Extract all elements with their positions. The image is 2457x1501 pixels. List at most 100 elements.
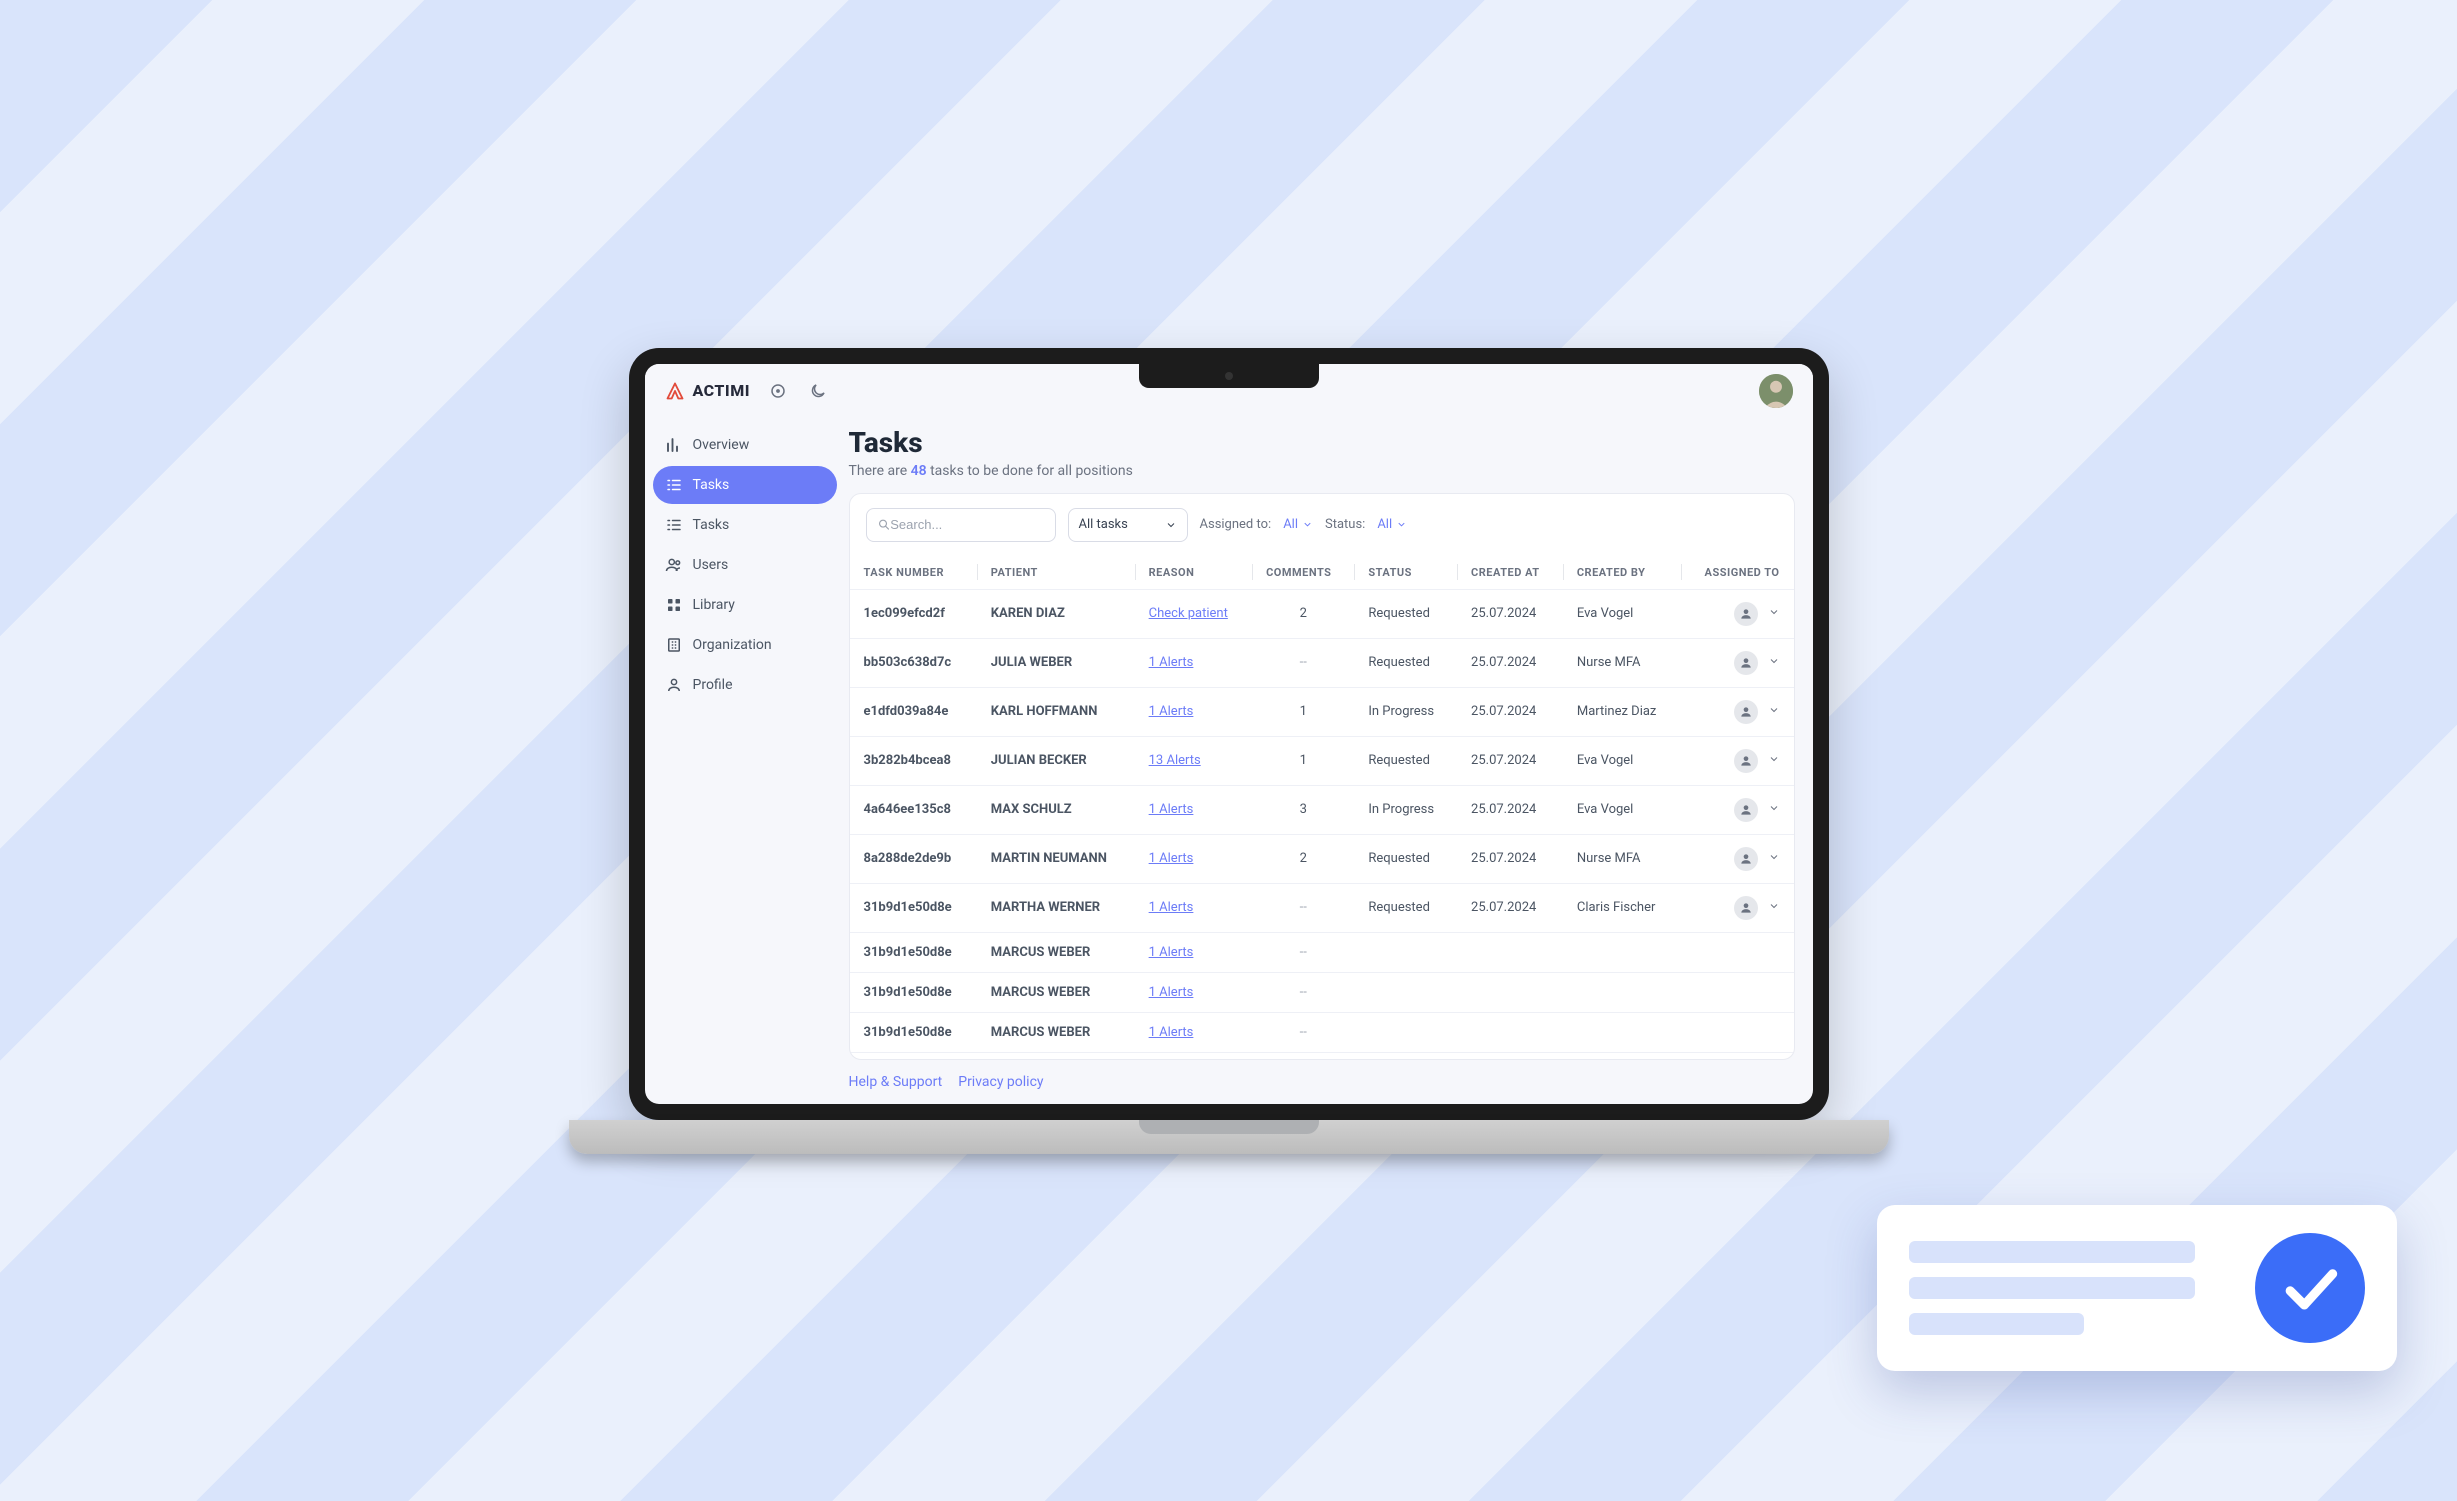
help-support-link[interactable]: Help & Support — [849, 1074, 943, 1090]
col-status[interactable]: STATUS — [1354, 556, 1457, 590]
table-row[interactable]: 31b9d1e50d8eMARCUS WEBER1 Alerts-- — [850, 1052, 1794, 1059]
cell-comments: -- — [1252, 972, 1354, 1012]
search-input[interactable] — [890, 517, 1044, 532]
cell-reason: 1 Alerts — [1135, 834, 1252, 883]
sidebar-item-profile[interactable]: Profile — [653, 666, 837, 704]
table-row[interactable]: 1ec099efcd2fKAREN DIAZCheck patient2Requ… — [850, 589, 1794, 638]
reason-link[interactable]: 1 Alerts — [1149, 851, 1194, 866]
sidebar-item-tasks-active[interactable]: Tasks — [653, 466, 837, 504]
cell-patient: KAREN DIAZ — [977, 589, 1135, 638]
assignee-avatar-icon[interactable] — [1734, 749, 1758, 773]
tasks-table: TASK NUMBER PATIENT REASON COMMENTS STAT… — [850, 556, 1794, 1059]
cell-task-number: 31b9d1e50d8e — [850, 1052, 977, 1059]
chevron-down-icon — [1396, 519, 1407, 530]
table-row[interactable]: e1dfd039a84eKARL HOFFMANN1 Alerts1In Pro… — [850, 687, 1794, 736]
users-icon — [665, 556, 683, 574]
assignee-menu[interactable] — [1768, 900, 1780, 916]
cell-comments: -- — [1252, 638, 1354, 687]
user-avatar[interactable] — [1759, 374, 1793, 408]
list-checks-icon — [665, 516, 683, 534]
sidebar-item-tasks[interactable]: Tasks — [653, 506, 837, 544]
cell-created-by — [1563, 932, 1681, 972]
table-row[interactable]: 4a646ee135c8MAX SCHULZ1 Alerts3In Progre… — [850, 785, 1794, 834]
col-reason[interactable]: REASON — [1135, 556, 1252, 590]
cell-assigned-to — [1681, 589, 1794, 638]
col-comments[interactable]: COMMENTS — [1252, 556, 1354, 590]
brand-logo[interactable]: ACTIMI — [665, 381, 750, 401]
assignee-menu[interactable] — [1768, 851, 1780, 867]
table-row[interactable]: 31b9d1e50d8eMARCUS WEBER1 Alerts-- — [850, 1012, 1794, 1052]
cell-created-by: Claris Fischer — [1563, 883, 1681, 932]
reason-link[interactable]: 13 Alerts — [1149, 753, 1201, 768]
moon-icon[interactable] — [806, 379, 830, 403]
col-task-number[interactable]: TASK NUMBER — [850, 556, 977, 590]
sidebar-item-users[interactable]: Users — [653, 546, 837, 584]
reason-link[interactable]: 1 Alerts — [1149, 704, 1194, 719]
cell-reason: 1 Alerts — [1135, 1052, 1252, 1059]
sidebar-item-overview[interactable]: Overview — [653, 426, 837, 464]
brand-text: ACTIMI — [693, 381, 750, 400]
assignee-menu[interactable] — [1768, 704, 1780, 720]
sidebar-nav: Overview Tasks Tasks Users — [645, 418, 845, 1104]
assigned-to-filter[interactable]: All — [1283, 517, 1313, 532]
cell-patient: JULIA WEBER — [977, 638, 1135, 687]
cell-patient: MARCUS WEBER — [977, 1012, 1135, 1052]
col-assigned-to[interactable]: ASSIGNED TO — [1681, 556, 1794, 590]
assignee-avatar-icon[interactable] — [1734, 700, 1758, 724]
reason-link[interactable]: Check patient — [1149, 606, 1228, 621]
assignee-avatar-icon[interactable] — [1734, 847, 1758, 871]
cell-assigned-to — [1681, 687, 1794, 736]
sidebar-item-organization[interactable]: Organization — [653, 626, 837, 664]
assignee-menu[interactable] — [1768, 606, 1780, 622]
table-row[interactable]: 31b9d1e50d8eMARTHA WERNER1 Alerts--Reque… — [850, 883, 1794, 932]
col-created-by[interactable]: CREATED BY — [1563, 556, 1681, 590]
table-row[interactable]: 31b9d1e50d8eMARCUS WEBER1 Alerts-- — [850, 932, 1794, 972]
cell-status — [1354, 1052, 1457, 1059]
assignee-menu[interactable] — [1768, 655, 1780, 671]
search-box[interactable] — [866, 508, 1056, 542]
brand-mark-icon — [665, 381, 685, 401]
assignee-menu[interactable] — [1768, 802, 1780, 818]
assignee-avatar-icon[interactable] — [1734, 798, 1758, 822]
col-patient[interactable]: PATIENT — [977, 556, 1135, 590]
assignee-menu[interactable] — [1768, 753, 1780, 769]
cell-created-at — [1457, 972, 1563, 1012]
cell-created-by: Nurse MFA — [1563, 834, 1681, 883]
cell-created-by — [1563, 972, 1681, 1012]
cell-created-by: Nurse MFA — [1563, 638, 1681, 687]
cell-patient: MARCUS WEBER — [977, 1052, 1135, 1059]
filters-bar: All tasks Assigned to: All Status: — [850, 494, 1794, 556]
privacy-policy-link[interactable]: Privacy policy — [958, 1074, 1043, 1090]
reason-link[interactable]: 1 Alerts — [1149, 802, 1194, 817]
task-filter-select[interactable]: All tasks — [1068, 508, 1188, 542]
cell-patient: JULIAN BECKER — [977, 736, 1135, 785]
cell-status — [1354, 1012, 1457, 1052]
table-row[interactable]: bb503c638d7cJULIA WEBER1 Alerts--Request… — [850, 638, 1794, 687]
reason-link[interactable]: 1 Alerts — [1149, 655, 1194, 670]
assignee-avatar-icon[interactable] — [1734, 651, 1758, 675]
assignee-avatar-icon[interactable] — [1734, 896, 1758, 920]
reason-link[interactable]: 1 Alerts — [1149, 945, 1194, 960]
reason-link[interactable]: 1 Alerts — [1149, 900, 1194, 915]
cell-status: In Progress — [1354, 687, 1457, 736]
cell-patient: MARTIN NEUMANN — [977, 834, 1135, 883]
reason-link[interactable]: 1 Alerts — [1149, 1025, 1194, 1040]
col-created-at[interactable]: CREATED AT — [1457, 556, 1563, 590]
sidebar-item-label: Profile — [693, 677, 733, 693]
target-icon[interactable] — [766, 379, 790, 403]
reason-link[interactable]: 1 Alerts — [1149, 985, 1194, 1000]
cell-comments: -- — [1252, 883, 1354, 932]
table-row[interactable]: 31b9d1e50d8eMARCUS WEBER1 Alerts-- — [850, 972, 1794, 1012]
status-filter[interactable]: All — [1377, 517, 1407, 532]
cell-created-at: 25.07.2024 — [1457, 638, 1563, 687]
cell-task-number: 31b9d1e50d8e — [850, 883, 977, 932]
sidebar-item-label: Users — [693, 557, 729, 573]
table-row[interactable]: 8a288de2de9bMARTIN NEUMANN1 Alerts2Reque… — [850, 834, 1794, 883]
sidebar-item-library[interactable]: Library — [653, 586, 837, 624]
cell-status: Requested — [1354, 589, 1457, 638]
sidebar-item-label: Tasks — [693, 477, 730, 493]
table-row[interactable]: 3b282b4bcea8JULIAN BECKER13 Alerts1Reque… — [850, 736, 1794, 785]
assignee-avatar-icon[interactable] — [1734, 602, 1758, 626]
cell-status: Requested — [1354, 883, 1457, 932]
cell-created-by: Eva Vogel — [1563, 736, 1681, 785]
